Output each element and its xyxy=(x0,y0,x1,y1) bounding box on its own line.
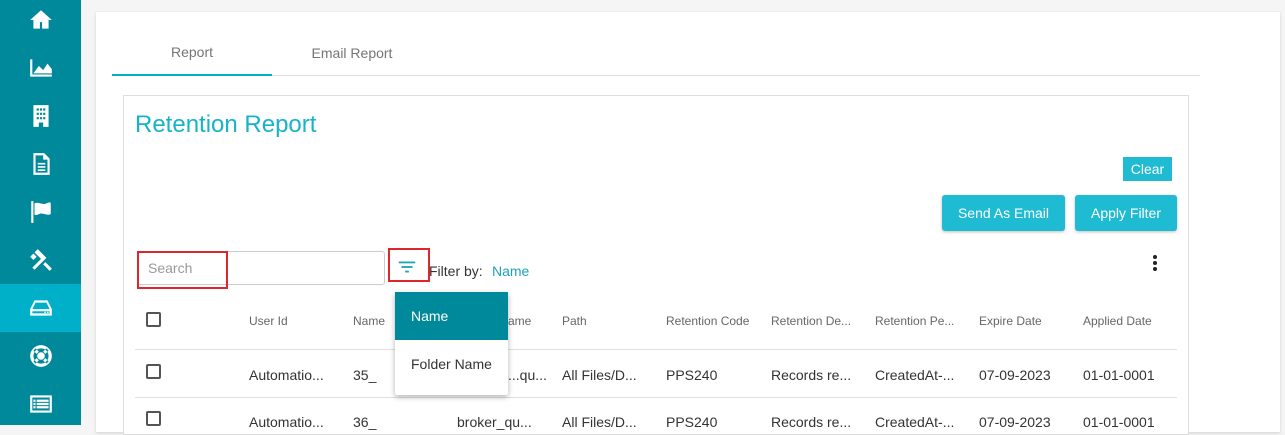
table-cell-retention-period: CreatedAt-... xyxy=(875,367,955,383)
nav-buildings[interactable] xyxy=(0,92,81,140)
nav-storage[interactable] xyxy=(0,284,81,332)
list-icon xyxy=(29,395,52,413)
filter-option-folder-name[interactable]: Folder Name xyxy=(395,340,508,388)
home-icon xyxy=(29,10,52,29)
filter-option-name[interactable]: Name xyxy=(395,292,508,340)
column-header-user-id[interactable]: User Id xyxy=(249,314,288,328)
send-as-email-button[interactable]: Send As Email xyxy=(942,195,1065,231)
table-cell-retention-code: PPS240 xyxy=(666,367,718,383)
row-checkbox[interactable] xyxy=(146,364,161,379)
clear-button[interactable]: Clear xyxy=(1123,157,1172,181)
column-header-applied-date[interactable]: Applied Date xyxy=(1083,314,1152,328)
gavel-icon xyxy=(29,249,52,271)
column-header-expire-date[interactable]: Expire Date xyxy=(979,314,1042,328)
nav-legal[interactable] xyxy=(0,236,81,284)
table-cell-user-id: Automatio... xyxy=(249,414,324,430)
filter-dropdown-menu: Name Folder Name xyxy=(395,292,508,395)
table-cell-path: All Files/D... xyxy=(562,367,637,383)
filter-highlight-box xyxy=(388,248,430,282)
table-cell-expire-date: 07-09-2023 xyxy=(979,414,1051,430)
lifebuoy-icon xyxy=(29,345,52,367)
row-checkbox[interactable] xyxy=(146,411,161,426)
document-icon xyxy=(32,153,50,175)
apply-filter-button[interactable]: Apply Filter xyxy=(1075,195,1177,231)
column-header-retention-description[interactable]: Retention De... xyxy=(771,314,851,328)
column-header-path[interactable]: Path xyxy=(562,314,587,328)
nav-flags[interactable] xyxy=(0,188,81,236)
table-cell-applied-date: 01-01-0001 xyxy=(1083,414,1155,430)
filter-by-value[interactable]: Name xyxy=(492,263,529,279)
nav-support[interactable] xyxy=(0,332,81,380)
table-cell-retention-code: PPS240 xyxy=(666,414,718,430)
table-cell-expire-date: 07-09-2023 xyxy=(979,367,1051,383)
table-divider xyxy=(135,349,1177,350)
table-cell-retention-description: Records re... xyxy=(771,414,852,430)
table-cell-folder-name: broker_qu... xyxy=(457,414,532,430)
more-options-icon[interactable] xyxy=(1146,253,1164,275)
column-header-retention-period[interactable]: Retention Pe... xyxy=(875,314,954,328)
column-header-folder-name[interactable]: ame xyxy=(508,314,531,328)
nav-home[interactable] xyxy=(0,0,81,40)
table-divider xyxy=(135,397,1177,398)
building-icon xyxy=(32,105,49,127)
table-cell-retention-description: Records re... xyxy=(771,367,852,383)
page-title: Retention Report xyxy=(135,111,317,138)
search-highlight-box xyxy=(137,251,228,289)
tab-report[interactable]: Report xyxy=(112,30,272,76)
area-chart-icon xyxy=(29,59,52,77)
select-all-checkbox[interactable] xyxy=(146,312,161,327)
table-cell-applied-date: 01-01-0001 xyxy=(1083,367,1155,383)
table-cell-retention-period: CreatedAt-... xyxy=(875,414,955,430)
table-cell-user-id: Automatio... xyxy=(249,367,324,383)
flag-icon xyxy=(30,201,51,223)
report-tabs: Report Email Report xyxy=(112,30,1200,76)
filter-by-label: Filter by: xyxy=(429,263,483,279)
nav-documents[interactable] xyxy=(0,140,81,188)
nav-analytics[interactable] xyxy=(0,44,81,92)
nav-list[interactable] xyxy=(0,380,81,428)
column-header-name[interactable]: Name xyxy=(353,314,385,328)
hard-drive-icon xyxy=(29,300,52,316)
column-header-retention-code[interactable]: Retention Code xyxy=(666,314,749,328)
tab-email-report[interactable]: Email Report xyxy=(272,30,432,76)
table-cell-name: 35_ xyxy=(353,367,377,383)
table-cell-name: 36_ xyxy=(353,414,377,430)
table-cell-path: All Files/D... xyxy=(562,414,637,430)
table-cell-folder-name: ...qu... xyxy=(508,367,547,383)
sidebar xyxy=(0,0,81,425)
